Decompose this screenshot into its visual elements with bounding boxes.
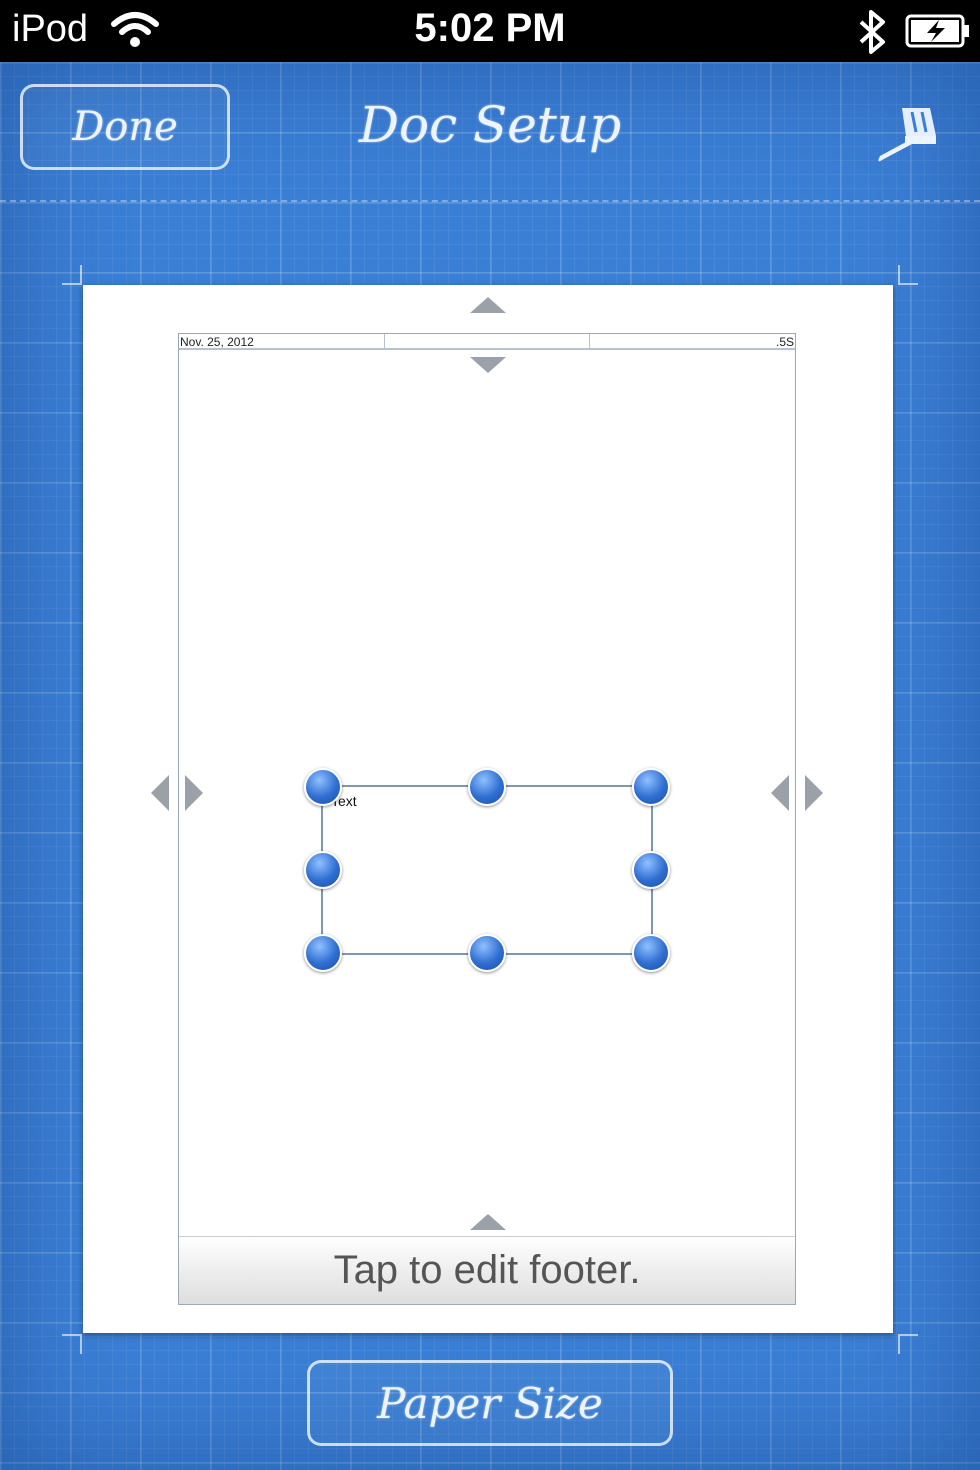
crop-mark (898, 1334, 918, 1354)
edit-footer-button[interactable]: Tap to edit footer. (179, 1236, 795, 1304)
paint-brush-icon[interactable] (872, 102, 944, 170)
resize-handle-left[interactable] (304, 851, 342, 889)
doc-setup-screen: Done Doc Setup Nov. 25, 2012 .5S Tap to … (0, 62, 980, 1470)
bluetooth-icon (855, 8, 889, 61)
left-margin-left-arrow[interactable] (151, 775, 169, 811)
header-cell-right: .5S (776, 335, 795, 348)
header-cell-center-left (385, 334, 591, 348)
resize-handle-top[interactable] (468, 768, 506, 806)
crop-mark (62, 1334, 82, 1354)
page-title: Doc Setup (358, 96, 622, 154)
resize-handle-bottom-right[interactable] (632, 934, 670, 972)
battery-charging-icon (905, 14, 971, 53)
crop-mark (898, 265, 918, 285)
text-box-selection[interactable]: Text (304, 768, 670, 972)
header-cell-left: Nov. 25, 2012 (179, 334, 385, 348)
resize-handle-bottom-left[interactable] (304, 934, 342, 972)
resize-handle-top-right[interactable] (632, 768, 670, 806)
resize-handle-bottom[interactable] (468, 934, 506, 972)
right-margin-right-arrow[interactable] (805, 775, 823, 811)
clock: 5:02 PM (414, 6, 566, 50)
navigation-bar: Done Doc Setup (0, 62, 980, 202)
resize-handle-top-left[interactable] (304, 768, 342, 806)
paper-page: Nov. 25, 2012 .5S Tap to edit footer. Te… (83, 285, 893, 1333)
status-bar: iPod 5:02 PM (0, 0, 980, 62)
top-margin-up-arrow[interactable] (470, 297, 506, 313)
resize-handle-right[interactable] (632, 851, 670, 889)
header-row[interactable]: Nov. 25, 2012 .5S (179, 334, 795, 350)
paper-size-button[interactable]: Paper Size (307, 1360, 673, 1446)
crop-mark (62, 265, 82, 285)
